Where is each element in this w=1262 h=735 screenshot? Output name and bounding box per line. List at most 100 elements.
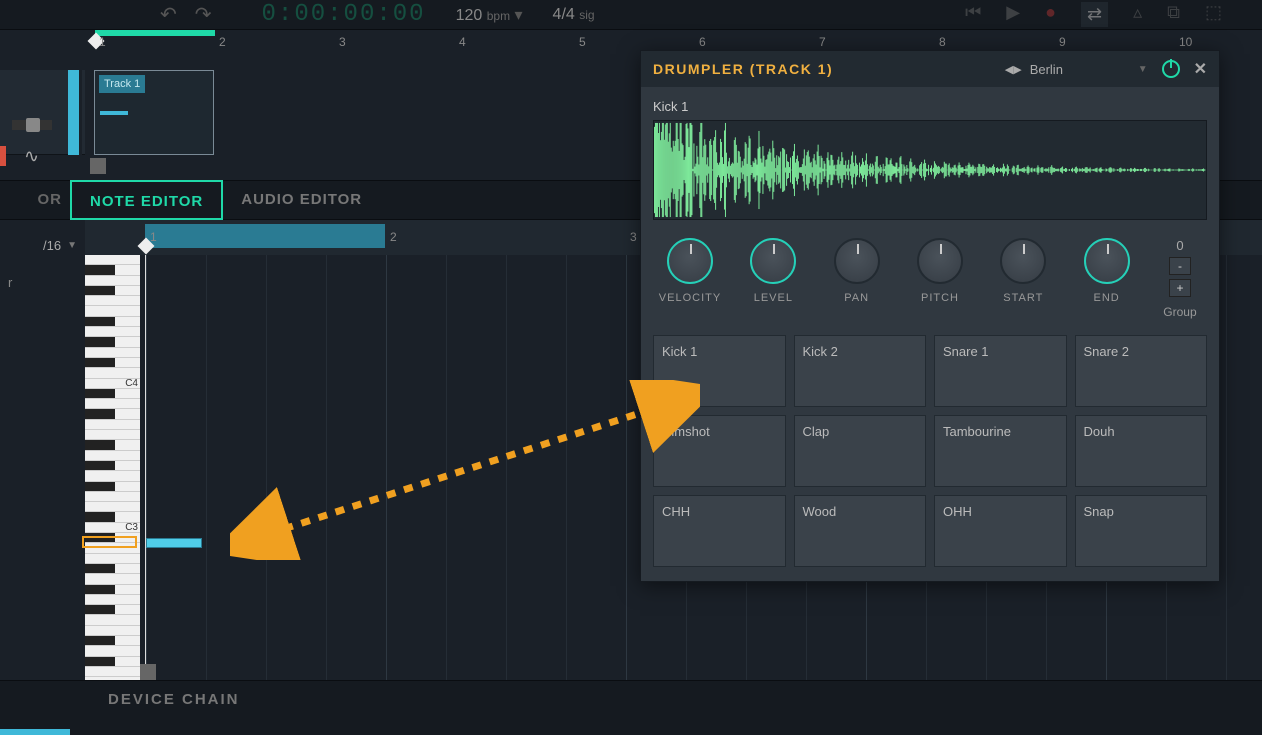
clip-midi-preview	[100, 111, 128, 115]
piano-key[interactable]	[85, 667, 140, 677]
arrangement-ruler[interactable]: 1 2 3 4 5 6 7 8 9 10	[85, 30, 1262, 50]
piano-key[interactable]	[85, 554, 140, 564]
group-minus-button[interactable]: -	[1169, 257, 1191, 275]
drum-pad[interactable]: Wood	[794, 495, 927, 567]
close-icon[interactable]: ✕	[1194, 59, 1207, 79]
piano-key[interactable]	[85, 440, 140, 450]
piano-key[interactable]	[85, 626, 140, 636]
midi-clip[interactable]: Track 1	[94, 70, 214, 155]
drum-pad[interactable]: Douh	[1075, 415, 1208, 487]
waveform-display[interactable]	[653, 120, 1207, 220]
knob-end[interactable]: END	[1072, 238, 1142, 304]
piano-key[interactable]	[85, 502, 140, 512]
play-icon[interactable]: ▶	[1006, 2, 1020, 27]
countdown-icon[interactable]: ⧉	[1167, 2, 1180, 27]
knob-pitch[interactable]: PITCH	[905, 238, 975, 304]
redo-icon[interactable]: ↷	[195, 2, 212, 27]
preset-selector[interactable]: ◀▶ Berlin ▼	[1005, 62, 1148, 77]
drum-pad[interactable]: Kick 2	[794, 335, 927, 407]
drum-pad[interactable]: Kick 1	[653, 335, 786, 407]
piano-key[interactable]: C3	[85, 523, 140, 533]
piano-key[interactable]	[85, 471, 140, 481]
drum-pad[interactable]: Clap	[794, 415, 927, 487]
piano-key[interactable]	[85, 296, 140, 306]
piano-key[interactable]	[85, 327, 140, 337]
note-editor-sidebar: /16 ▼ r	[0, 220, 85, 680]
clip-region[interactable]	[145, 224, 385, 248]
drum-pad[interactable]: Tambourine	[934, 415, 1067, 487]
drum-pad[interactable]: Rimshot	[653, 415, 786, 487]
drum-pad[interactable]: Snare 1	[934, 335, 1067, 407]
drum-pad[interactable]: CHH	[653, 495, 786, 567]
drum-pad[interactable]: OHH	[934, 495, 1067, 567]
loop-region[interactable]	[95, 30, 215, 36]
piano-key[interactable]	[85, 482, 140, 492]
piano-key[interactable]	[85, 564, 140, 574]
tempo-display[interactable]: 120 bpm ▾	[456, 5, 523, 25]
piano-key[interactable]	[85, 358, 140, 368]
track-record-indicator	[0, 146, 6, 166]
piano-key[interactable]	[85, 306, 140, 316]
piano-key[interactable]	[85, 348, 140, 358]
piano-key[interactable]	[85, 420, 140, 430]
knob-start[interactable]: START	[988, 238, 1058, 304]
sample-name: Kick 1	[653, 99, 1207, 114]
metronome-icon[interactable]: ▵	[1133, 2, 1142, 27]
piano-key[interactable]	[85, 451, 140, 461]
power-button[interactable]	[1162, 60, 1180, 78]
piano-key[interactable]	[85, 574, 140, 584]
knob-velocity[interactable]: VELOCITY	[655, 238, 725, 304]
piano-key[interactable]	[85, 657, 140, 667]
undo-icon[interactable]: ↶	[160, 2, 177, 27]
tab-note-editor[interactable]: NOTE EDITOR	[70, 180, 223, 220]
key-label: C3	[125, 522, 138, 533]
export-icon[interactable]: ⬚	[1205, 2, 1222, 27]
piano-key[interactable]	[85, 389, 140, 399]
caret-down-icon[interactable]: ▼	[1138, 64, 1148, 75]
panel-header[interactable]: DRUMPLER (TRACK 1) ◀▶ Berlin ▼ ✕	[641, 51, 1219, 87]
piano-key[interactable]	[85, 646, 140, 656]
piano-key[interactable]	[85, 492, 140, 502]
device-chain-label: DEVICE CHAIN	[108, 691, 240, 708]
rewind-icon[interactable]: ⏮	[965, 2, 981, 27]
piano-key[interactable]: C4	[85, 379, 140, 389]
note-scroll-handle[interactable]	[140, 664, 156, 680]
piano-key[interactable]	[85, 615, 140, 625]
piano-keyboard[interactable]: C4 C3	[85, 255, 140, 680]
piano-key[interactable]	[85, 636, 140, 646]
piano-key[interactable]	[85, 461, 140, 471]
track-volume-slider[interactable]	[12, 120, 52, 130]
piano-key[interactable]	[85, 585, 140, 595]
piano-key[interactable]	[85, 605, 140, 615]
time-signature-display[interactable]: 4/4 sig	[553, 6, 595, 24]
knob-pan[interactable]: PAN	[822, 238, 892, 304]
piano-key[interactable]	[85, 317, 140, 327]
piano-key[interactable]	[85, 595, 140, 605]
piano-key[interactable]	[85, 276, 140, 286]
knob-row: VELOCITY LEVEL PAN PITCH START END 0 - +…	[653, 238, 1207, 319]
grid-resolution-select[interactable]: /16 ▼	[43, 238, 77, 253]
arrangement-scroll-handle[interactable]	[90, 158, 106, 174]
piano-key[interactable]	[85, 286, 140, 296]
midi-note[interactable]	[146, 538, 202, 548]
piano-key[interactable]	[85, 255, 140, 265]
drum-pad[interactable]: Snare 2	[1075, 335, 1208, 407]
tool-label: r	[8, 275, 12, 290]
piano-key[interactable]	[85, 430, 140, 440]
record-icon[interactable]: ●	[1045, 2, 1056, 27]
piano-key[interactable]	[85, 337, 140, 347]
tab-audio-editor[interactable]: AUDIO EDITOR	[223, 180, 380, 220]
preset-prev-next-icon[interactable]: ◀▶	[1005, 63, 1022, 76]
device-chain-panel[interactable]: DEVICE CHAIN	[0, 680, 1262, 735]
transport-time: 0:00:00:00	[262, 1, 426, 28]
piano-key[interactable]	[85, 409, 140, 419]
group-plus-button[interactable]: +	[1169, 279, 1191, 297]
piano-key[interactable]	[85, 399, 140, 409]
tab-prev-editor[interactable]: OR	[0, 180, 70, 220]
loop-icon[interactable]: ⇄	[1081, 2, 1108, 27]
drum-pad[interactable]: Snap	[1075, 495, 1208, 567]
knob-level[interactable]: LEVEL	[738, 238, 808, 304]
automation-icon[interactable]: ∿	[24, 146, 39, 167]
device-chain-strip	[0, 729, 70, 735]
piano-key[interactable]	[85, 265, 140, 275]
